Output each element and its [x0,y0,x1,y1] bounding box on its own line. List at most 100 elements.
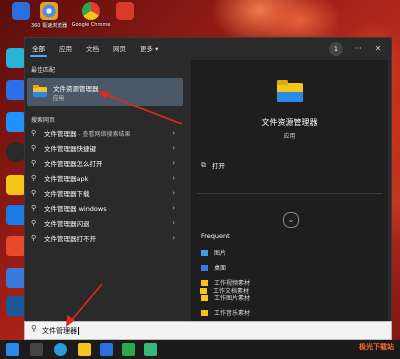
desktop-app-icon[interactable] [6,296,26,316]
tab-web[interactable]: 网页 [106,38,133,60]
chrome-icon [82,2,100,20]
app-taskbar-icon[interactable] [144,343,157,356]
desktop-app-icon[interactable] [6,48,26,68]
desktop-app-icon[interactable] [6,112,26,132]
frequent-item[interactable]: 工作文档素材 [200,286,249,295]
web-result-text: 文件管理器快捷键 [44,144,96,153]
search-icon: ⚲ [31,128,37,137]
frequent-item[interactable]: 桌面 [201,263,226,272]
search-icon: ⚲ [31,218,37,227]
folder-icon [201,309,208,316]
annotation-arrow [98,91,183,125]
web-result-text: 文件管理器打不开 [44,234,96,243]
frequent-item-label: 工作文档素材 [213,288,250,295]
web-result-item[interactable]: ⚲ 文件管理器怎么打开 › [27,155,183,170]
frequent-item[interactable]: 图片 [201,248,226,257]
web-search-heading: 搜索网页 [31,117,56,124]
browser-icon [40,2,58,20]
chevron-right-icon: › [172,218,175,227]
desktop-app-icon[interactable] [6,205,26,225]
best-match-title: 文件资源管理器 [53,85,99,93]
desktop-folder-icon [201,264,208,271]
chevron-right-icon: › [172,158,175,167]
tab-apps[interactable]: 应用 [52,38,79,60]
task-view-icon[interactable] [30,343,43,356]
search-input-value: 文件管理器 [42,327,77,335]
text-caret [78,327,79,335]
web-result-item[interactable]: ⚲ 文件管理器下载 › [27,185,183,200]
frequent-item[interactable]: 工作音乐素材 [201,308,250,317]
desktop-app-icon[interactable] [6,236,26,256]
search-icon: ⚲ [31,324,37,333]
search-icon: ⚲ [31,233,37,242]
tabs-controls: 1 ··· ✕ [329,42,383,56]
open-label: 打开 [212,162,225,170]
tab-documents[interactable]: 文档 [79,38,106,60]
web-result-text: 文件管理器下载 [44,189,90,198]
qq-icon[interactable] [6,142,26,162]
web-result-item[interactable]: ⚲ 文件管理器快捷键 › [27,140,183,155]
web-result-text: 文件管理器怎么打开 [44,159,103,168]
web-result-item[interactable]: ⚲ 文件管理器apk › [27,170,183,185]
web-result-text: 文件管理器apk [44,174,89,183]
preview-app-type: 应用 [283,133,296,140]
file-explorer-taskbar-icon[interactable] [78,343,91,356]
chevron-right-icon: › [172,203,175,212]
search-tabs: 全部 应用 文档 网页 更多 ▾ 1 ··· ✕ [25,38,391,60]
folder-icon [201,279,208,286]
wechat-icon[interactable] [122,343,135,356]
best-match-subtitle: 应用 [53,96,65,102]
web-result-text: 文件管理器 windows [44,204,107,213]
chevron-down-icon: ▾ [155,45,159,53]
chevron-right-icon: › [172,143,175,152]
pictures-icon [201,249,208,256]
desktop-icon-app[interactable] [112,2,138,22]
tab-all[interactable]: 全部 [25,38,52,60]
taskbar: 极光下载站 [0,340,400,359]
app-taskbar-icon[interactable] [100,343,113,356]
annotation-arrow [66,283,103,327]
chevron-right-icon: › [172,128,175,137]
chevron-right-icon: › [172,188,175,197]
preview-app-name: 文件资源管理器 [261,118,318,127]
watermark: 极光下载站 [359,343,394,351]
app-icon [116,2,134,20]
web-result-hint: - 查看网络搜索结果 [76,130,131,138]
desktop-icon-360-browser[interactable]: 360 极速浏览器 [31,2,67,29]
open-action[interactable]: ⧉ 打开 [201,160,225,171]
desktop-icon-chrome[interactable]: Google Chrome [72,2,110,28]
expand-chevron-icon[interactable]: ⌄ [283,212,299,228]
chevron-right-icon: › [172,233,175,242]
search-icon: ⚲ [31,143,37,152]
frequent-heading: Frequent [201,232,230,240]
best-match-heading: 最佳匹配 [31,67,56,74]
frequent-item-label: 图片 [214,250,227,257]
folder-icon [200,287,207,294]
search-icon: ⚲ [31,173,37,182]
divider [197,193,382,194]
desktop-app-icon[interactable] [6,80,26,100]
file-explorer-icon [277,80,303,102]
chevron-right-icon: › [172,173,175,182]
folder-icon[interactable] [6,175,26,195]
windows-start-icon[interactable] [6,343,19,356]
web-result-item[interactable]: ⚲ 文件管理器打不开 › [27,230,183,245]
open-icon: ⧉ [201,160,206,169]
file-explorer-icon [33,85,47,97]
notification-badge[interactable]: 1 [329,42,343,56]
web-result-item[interactable]: ⚲ 文件管理器闪退 › [27,215,183,230]
desktop-app-icon[interactable] [6,268,26,288]
preview-pane: 文件资源管理器 应用 ⧉ 打开 ⌄ Frequent 图片 桌面 工作视频素材 … [191,60,388,322]
tab-more[interactable]: 更多 ▾ [133,38,165,60]
edge-icon[interactable] [54,343,67,356]
frequent-item-label: 桌面 [214,265,227,272]
close-icon[interactable]: ✕ [373,44,383,54]
search-icon: ⚲ [31,203,37,212]
frequent-item-label: 工作音乐素材 [214,310,251,317]
more-options-icon[interactable]: ··· [353,44,363,54]
folder-icon [201,294,208,301]
search-icon: ⚲ [31,188,37,197]
web-result-item[interactable]: ⚲ 文件管理器 windows › [27,200,183,215]
web-result-text: 文件管理器闪退 [44,219,90,228]
tab-more-label: 更多 [140,45,153,53]
